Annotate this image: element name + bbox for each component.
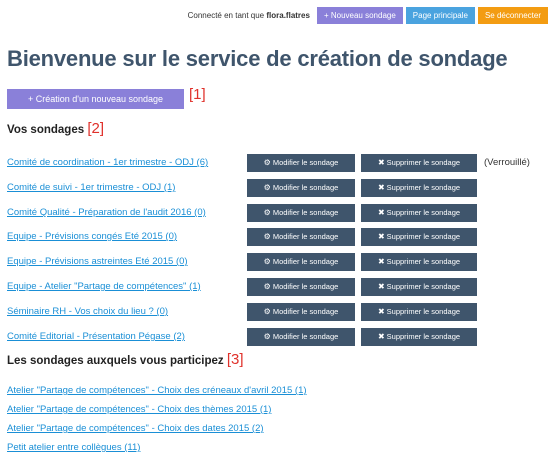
survey-link[interactable]: Séminaire RH - Vos choix du lieu ? (0) (7, 306, 168, 317)
delete-survey-button[interactable]: ✖ Supprimer le sondage (361, 154, 477, 172)
delete-survey-label: Supprimer le sondage (386, 208, 461, 217)
delete-survey-label: Supprimer le sondage (386, 307, 461, 316)
participating-survey-link[interactable]: Atelier "Partage de compétences" - Choix… (7, 404, 307, 423)
create-survey-button[interactable]: + Création d'un nouveau sondage (7, 89, 184, 109)
locked-status: (Verrouillé) (484, 157, 530, 168)
gear-icon: ⚙ (263, 232, 271, 241)
survey-row: Comité de coordination - 1er trimestre -… (0, 154, 556, 172)
delete-survey-button[interactable]: ✖ Supprimer le sondage (361, 204, 477, 222)
page-title: Bienvenue sur le service de création de … (7, 46, 508, 71)
gear-icon: ⚙ (263, 158, 271, 167)
participating-survey-link[interactable]: Atelier "Partage de compétences" - Choix… (7, 423, 307, 442)
survey-link[interactable]: Comité de coordination - 1er trimestre -… (7, 157, 208, 168)
close-icon: ✖ (377, 208, 385, 217)
gear-icon: ⚙ (263, 332, 271, 341)
edit-survey-label: Modifier le sondage (272, 158, 339, 167)
participating-survey-link[interactable]: Petit atelier entre collègues (11) (7, 442, 307, 461)
edit-survey-button[interactable]: ⚙ Modifier le sondage (247, 154, 355, 172)
gear-icon: ⚙ (263, 282, 271, 291)
gear-icon: ⚙ (263, 257, 271, 266)
close-icon: ✖ (377, 282, 385, 291)
survey-link[interactable]: Equipe - Prévisions astreintes Eté 2015 … (7, 256, 188, 267)
top-bar: Connecté en tant que flora.flatres + Nou… (188, 7, 548, 24)
delete-survey-button[interactable]: ✖ Supprimer le sondage (361, 179, 477, 197)
close-icon: ✖ (377, 232, 385, 241)
delete-survey-button[interactable]: ✖ Supprimer le sondage (361, 278, 477, 296)
edit-survey-label: Modifier le sondage (272, 332, 339, 341)
annotation-tag-2: [2] (87, 120, 105, 137)
survey-row: Comité Qualité - Préparation de l'audit … (0, 204, 556, 222)
edit-survey-button[interactable]: ⚙ Modifier le sondage (247, 278, 355, 296)
survey-row: Comité de suivi - 1er trimestre - ODJ (1… (0, 179, 556, 197)
delete-survey-button[interactable]: ✖ Supprimer le sondage (361, 228, 477, 246)
edit-survey-label: Modifier le sondage (272, 208, 339, 217)
home-button[interactable]: Page principale (405, 7, 475, 24)
edit-survey-label: Modifier le sondage (272, 282, 339, 291)
edit-survey-button[interactable]: ⚙ Modifier le sondage (247, 228, 355, 246)
survey-link[interactable]: Equipe - Prévisions congés Eté 2015 (0) (7, 231, 177, 242)
delete-survey-label: Supprimer le sondage (386, 257, 461, 266)
logged-in-text: Connecté en tant que flora.flatres (187, 11, 310, 20)
edit-survey-button[interactable]: ⚙ Modifier le sondage (247, 204, 355, 222)
annotation-tag-3: [3] (226, 351, 244, 368)
username: flora.flatres (266, 11, 310, 20)
edit-survey-label: Modifier le sondage (272, 257, 339, 266)
close-icon: ✖ (377, 257, 385, 266)
annotation-tag-1: [1] (189, 86, 206, 103)
survey-row: Equipe - Prévisions congés Eté 2015 (0) ⚙… (0, 228, 556, 246)
survey-link[interactable]: Comité de suivi - 1er trimestre - ODJ (1… (7, 182, 175, 193)
gear-icon: ⚙ (263, 208, 271, 217)
participating-survey-link[interactable]: Atelier "Partage de compétences" - Choix… (7, 385, 307, 404)
edit-survey-button[interactable]: ⚙ Modifier le sondage (247, 303, 355, 321)
close-icon: ✖ (377, 183, 385, 192)
delete-survey-label: Supprimer le sondage (386, 282, 461, 291)
edit-survey-label: Modifier le sondage (272, 183, 339, 192)
close-icon: ✖ (377, 332, 385, 341)
gear-icon: ⚙ (263, 183, 271, 192)
my-surveys-heading: Vos sondages [2] (7, 120, 105, 137)
survey-row: Comité Editorial - Présentation Pégase (… (0, 328, 556, 346)
delete-survey-label: Supprimer le sondage (386, 158, 461, 167)
edit-survey-button[interactable]: ⚙ Modifier le sondage (247, 328, 355, 346)
survey-row: Equipe - Atelier "Partage de compétences… (0, 278, 556, 296)
delete-survey-button[interactable]: ✖ Supprimer le sondage (361, 303, 477, 321)
delete-survey-label: Supprimer le sondage (386, 332, 461, 341)
logout-button[interactable]: Se déconnecter (477, 7, 548, 24)
edit-survey-button[interactable]: ⚙ Modifier le sondage (247, 253, 355, 271)
close-icon: ✖ (377, 158, 385, 167)
survey-link[interactable]: Comité Qualité - Préparation de l'audit … (7, 207, 206, 218)
delete-survey-label: Supprimer le sondage (386, 183, 461, 192)
participating-list: Atelier "Partage de compétences" - Choix… (7, 385, 307, 461)
close-icon: ✖ (377, 307, 385, 316)
survey-link[interactable]: Comité Editorial - Présentation Pégase (… (7, 331, 185, 342)
edit-survey-label: Modifier le sondage (272, 232, 339, 241)
survey-row: Equipe - Prévisions astreintes Eté 2015 … (0, 253, 556, 271)
delete-survey-button[interactable]: ✖ Supprimer le sondage (361, 328, 477, 346)
delete-survey-label: Supprimer le sondage (386, 232, 461, 241)
delete-survey-button[interactable]: ✖ Supprimer le sondage (361, 253, 477, 271)
participating-heading: Les sondages auxquels vous participez [3… (7, 351, 244, 368)
edit-survey-button[interactable]: ⚙ Modifier le sondage (247, 179, 355, 197)
edit-survey-label: Modifier le sondage (272, 307, 339, 316)
new-survey-button[interactable]: + Nouveau sondage (316, 7, 403, 24)
survey-link[interactable]: Equipe - Atelier "Partage de compétences… (7, 281, 201, 292)
gear-icon: ⚙ (263, 307, 271, 316)
survey-row: Séminaire RH - Vos choix du lieu ? (0) ⚙ M… (0, 303, 556, 321)
